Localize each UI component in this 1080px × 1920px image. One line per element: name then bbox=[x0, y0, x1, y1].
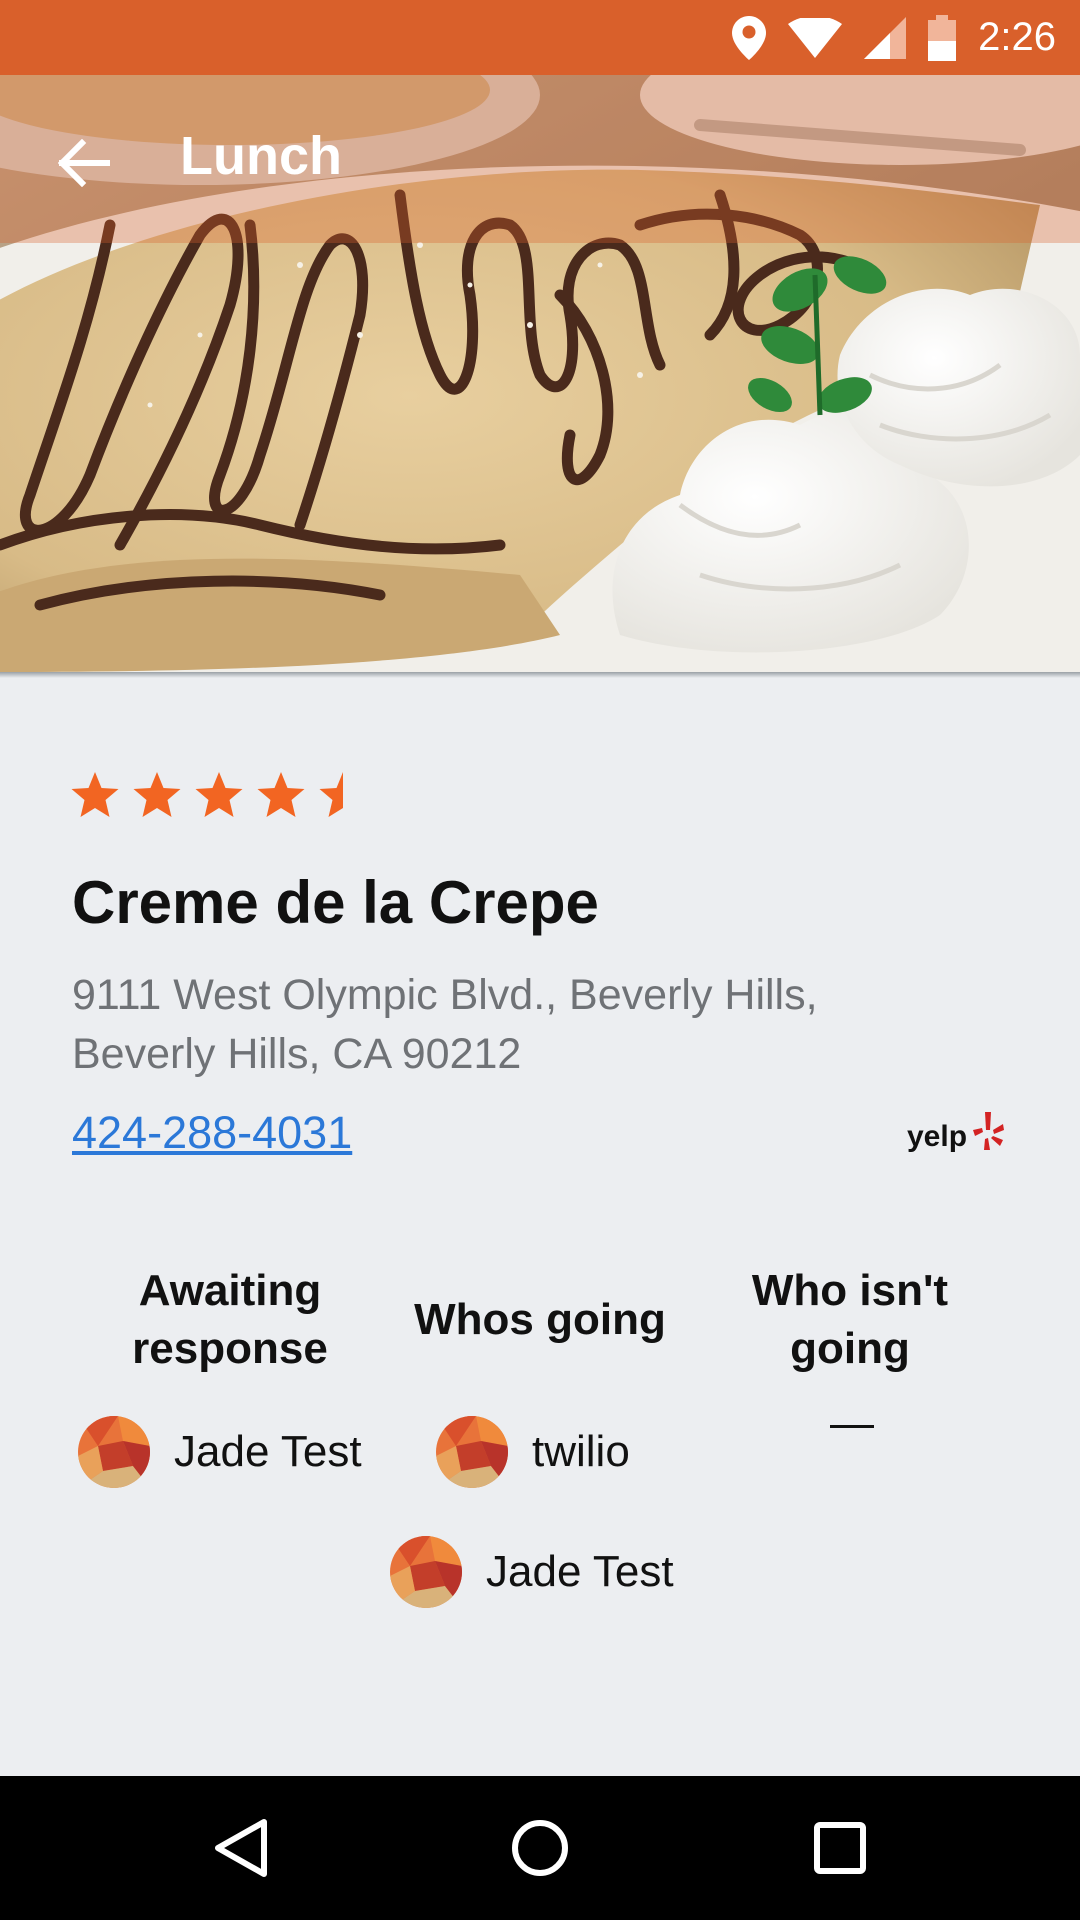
awaiting-response-heading: Awaiting response bbox=[132, 1266, 328, 1373]
yelp-logo[interactable]: yelp bbox=[905, 1108, 1005, 1160]
whos-going-heading: Whos going bbox=[414, 1295, 666, 1344]
nav-home-button[interactable] bbox=[492, 1800, 588, 1896]
wifi-icon bbox=[788, 17, 843, 58]
nav-recents-button[interactable] bbox=[792, 1800, 888, 1896]
list-item: Jade Test bbox=[78, 1415, 362, 1489]
toolbar: Lunch bbox=[0, 75, 1080, 243]
status-bar: 2:26 bbox=[0, 0, 1080, 75]
svg-text:yelp: yelp bbox=[907, 1120, 967, 1153]
location-icon bbox=[732, 15, 767, 60]
nav-back-button[interactable] bbox=[192, 1800, 288, 1896]
arrow-back-icon bbox=[58, 139, 110, 187]
cellular-signal-icon bbox=[864, 16, 907, 59]
back-triangle-icon bbox=[215, 1819, 267, 1877]
star-full-icon bbox=[195, 772, 243, 817]
empty-list-dash bbox=[830, 1425, 874, 1428]
page-title: Lunch bbox=[180, 126, 342, 186]
rating-stars bbox=[70, 770, 368, 820]
back-button[interactable] bbox=[44, 123, 124, 203]
list-item: twilio bbox=[436, 1415, 630, 1489]
avatar bbox=[390, 1536, 462, 1608]
star-half-icon bbox=[319, 772, 343, 817]
restaurant-address: 9111 West Olympic Blvd., Beverly Hills, … bbox=[72, 971, 818, 1078]
star-full-icon bbox=[133, 772, 181, 817]
navigation-bar bbox=[0, 1776, 1080, 1920]
who-isnt-going-heading: Who isn't going bbox=[751, 1266, 949, 1373]
phone-link[interactable]: 424-288-4031 bbox=[72, 1107, 352, 1159]
recents-square-icon bbox=[814, 1822, 866, 1874]
star-full-icon bbox=[257, 772, 305, 817]
list-item: Jade Test bbox=[390, 1535, 674, 1609]
person-name: twilio bbox=[532, 1427, 630, 1476]
person-name: Jade Test bbox=[174, 1427, 362, 1476]
star-full-icon bbox=[71, 772, 119, 817]
hero-shadow bbox=[0, 672, 1080, 678]
avatar bbox=[436, 1416, 508, 1488]
status-time: 2:26 bbox=[978, 15, 1056, 59]
avatar bbox=[78, 1416, 150, 1488]
restaurant-name: Creme de la Crepe bbox=[72, 869, 599, 936]
person-name: Jade Test bbox=[486, 1547, 674, 1596]
battery-icon bbox=[928, 14, 957, 61]
home-circle-icon bbox=[512, 1820, 568, 1876]
